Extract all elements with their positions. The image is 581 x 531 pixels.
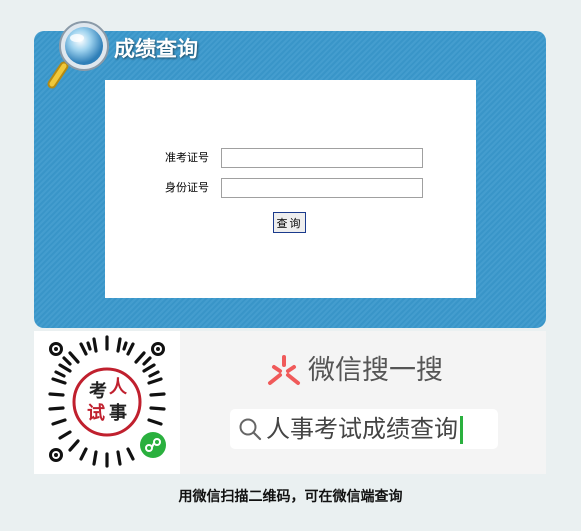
qr-char-ren: 人 xyxy=(109,377,128,398)
qr-char-kao: 考 xyxy=(89,380,107,402)
id-card-input[interactable] xyxy=(221,178,423,198)
wechat-search-query: 人事考试成绩查询 xyxy=(266,413,463,445)
qr-code-icon[interactable]: 考 人 试 事 xyxy=(34,331,180,474)
wechat-search-bar[interactable]: 人事考试成绩查询 xyxy=(230,409,498,449)
exam-id-label: 准考证号 xyxy=(165,151,209,164)
qr-char-shi: 试 xyxy=(87,402,105,424)
exam-id-row: 准考证号 xyxy=(105,147,476,169)
wechat-search-label: 微信搜一搜 xyxy=(308,355,443,386)
wechat-caption: 用微信扫描二维码，可在微信端查询 xyxy=(178,489,403,505)
id-card-row: 身份证号 xyxy=(105,177,476,199)
text-caret xyxy=(460,416,463,444)
query-button[interactable]: 查询 xyxy=(273,212,306,233)
wechat-strip: 考 人 试 事 微信搜一搜 人事考试成绩查询 xyxy=(34,331,546,474)
search-icon xyxy=(239,418,262,441)
query-form: 准考证号 身份证号 查询 xyxy=(105,80,476,298)
exam-id-input[interactable] xyxy=(221,148,423,168)
page-title: 成绩查询 xyxy=(114,36,198,61)
id-card-label: 身份证号 xyxy=(165,181,209,194)
wechat-search-icon xyxy=(268,355,300,385)
search-query-text: 人事考试成绩查询 xyxy=(266,415,458,443)
qr-char-shi2: 事 xyxy=(109,402,127,424)
